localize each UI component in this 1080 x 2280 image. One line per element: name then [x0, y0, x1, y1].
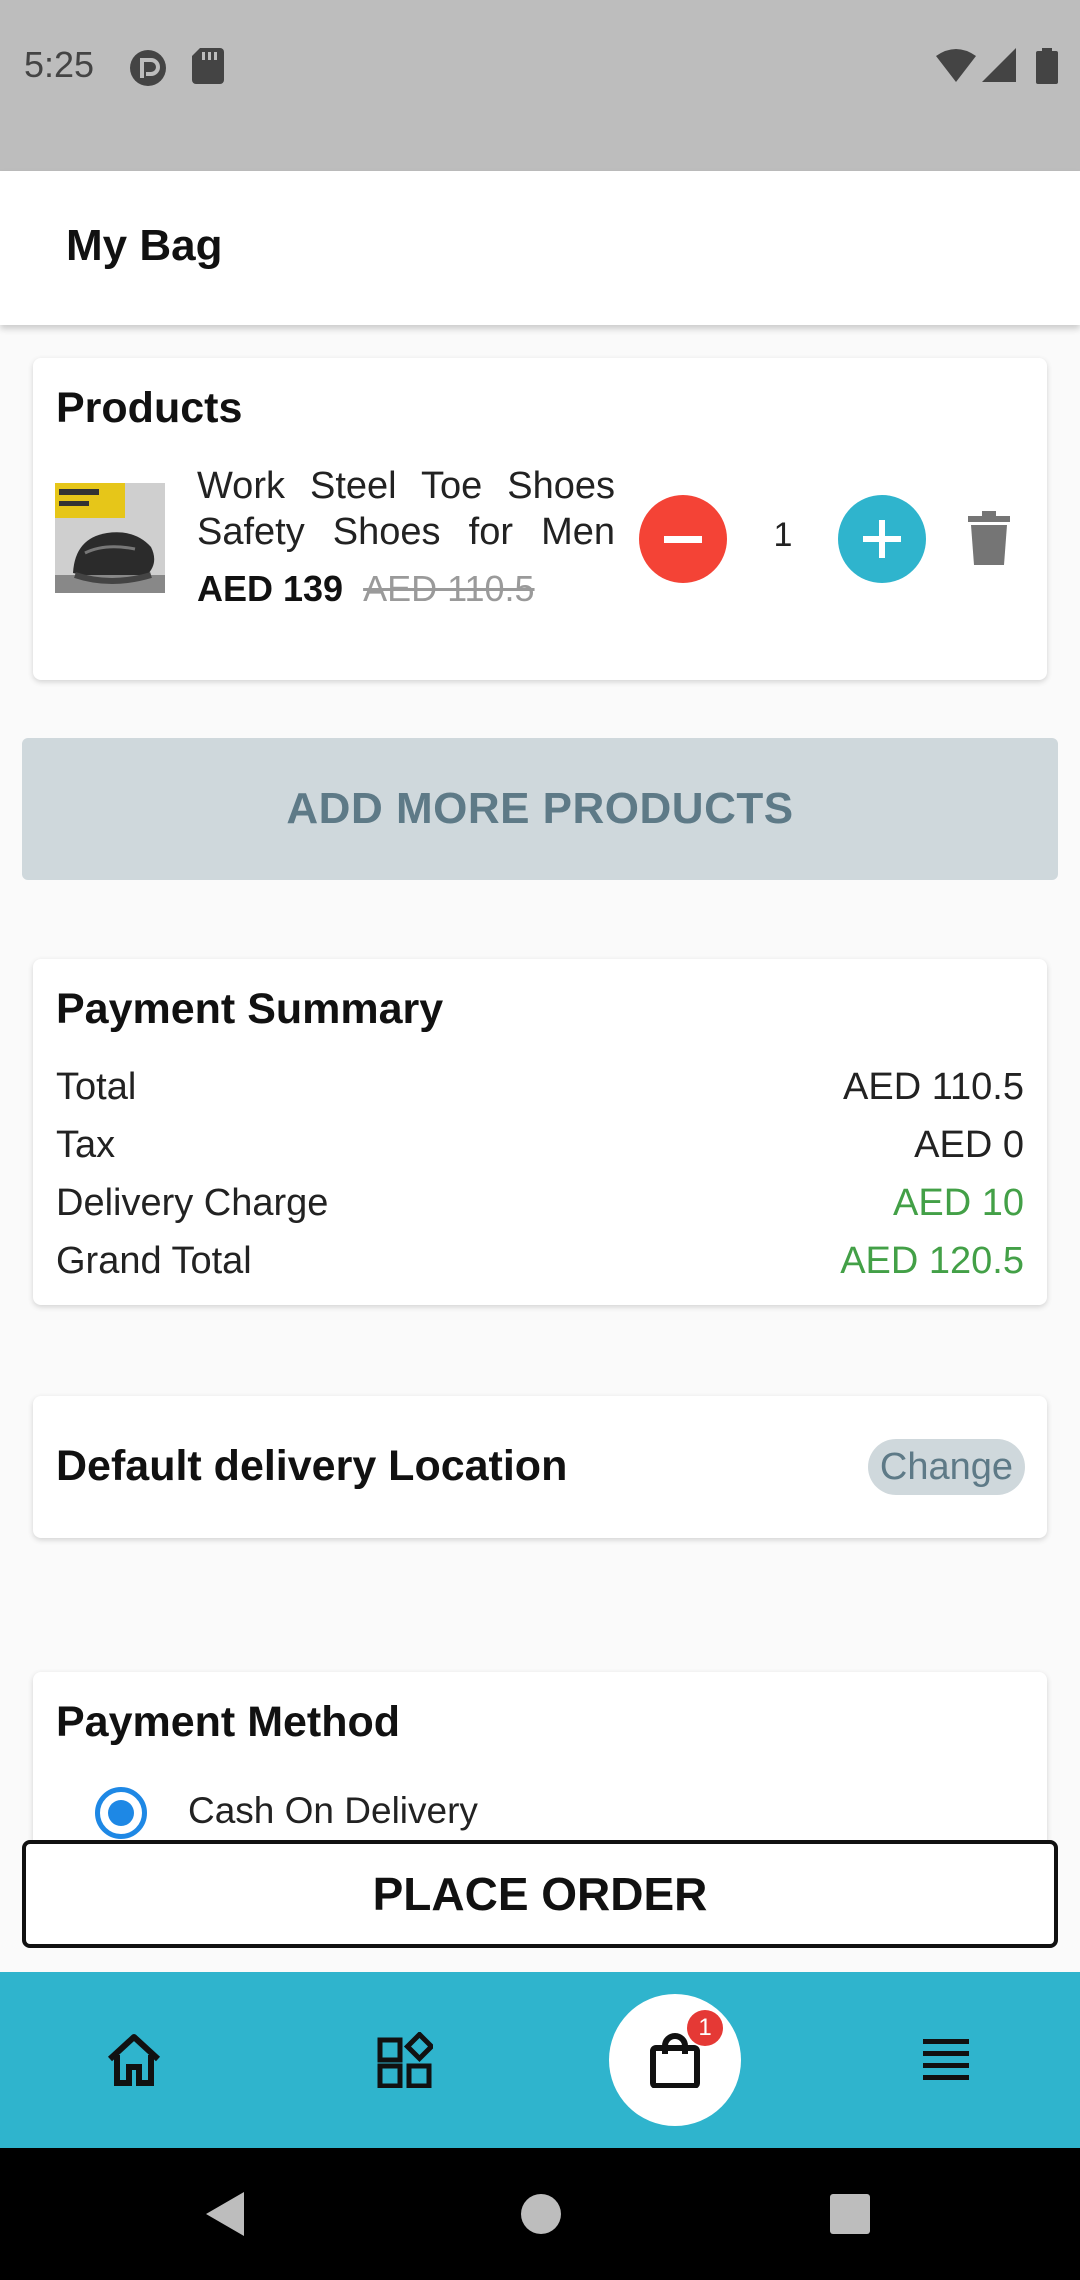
summary-value: AED 0 [914, 1124, 1024, 1166]
home-circle-icon [521, 2194, 561, 2234]
summary-row-total: Total AED 110.5 [56, 1066, 1024, 1109]
summary-value: AED 120.5 [840, 1240, 1024, 1282]
back-triangle-icon [206, 2192, 244, 2236]
summary-value: AED 10 [893, 1182, 1024, 1224]
payment-method-title: Payment Method [56, 1698, 401, 1746]
sd-card-icon [192, 48, 224, 89]
products-title: Products [56, 384, 243, 432]
increase-quantity-button[interactable] [838, 495, 926, 583]
nav-menu[interactable] [896, 1972, 996, 2148]
minus-icon [664, 536, 702, 543]
cart-count-badge: 1 [687, 2010, 723, 2046]
delete-item-button[interactable] [968, 511, 1010, 570]
payment-summary-card: Payment Summary Total AED 110.5 Tax AED … [33, 959, 1047, 1305]
summary-label: Grand Total [56, 1240, 252, 1282]
app-bar: My Bag [0, 171, 1080, 325]
recents-button[interactable] [828, 2192, 872, 2241]
product-original-price: AED 110.5 [363, 568, 535, 609]
home-system-button[interactable] [519, 2192, 563, 2241]
status-bar: 5:25 [0, 0, 1080, 171]
nav-cart[interactable]: 1 [609, 1994, 741, 2126]
screen: 5:25 My Bag Products Work Steel Toe Shoe… [0, 0, 1080, 2280]
change-location-button[interactable]: Change [867, 1439, 1025, 1495]
delivery-location-title: Default delivery Location [56, 1442, 568, 1490]
pocket-casts-icon [128, 48, 168, 93]
quantity-value: 1 [773, 516, 793, 554]
summary-label: Total [56, 1066, 137, 1108]
product-price-row: AED 139 AED 110.5 [197, 568, 535, 610]
cash-on-delivery-radio[interactable] [95, 1787, 147, 1839]
page-title: My Bag [66, 221, 223, 270]
summary-value: AED 110.5 [843, 1066, 1024, 1108]
decrease-quantity-button[interactable] [639, 495, 727, 583]
nav-categories[interactable] [355, 1972, 455, 2148]
summary-label: Delivery Charge [56, 1182, 329, 1224]
cash-on-delivery-label[interactable]: Cash On Delivery [188, 1790, 478, 1832]
battery-icon [1036, 48, 1058, 89]
plus-icon [863, 520, 901, 558]
products-card: Products Work Steel Toe Shoes Safety Sho… [33, 358, 1047, 680]
wifi-icon [936, 48, 976, 89]
add-more-products-button[interactable]: ADD MORE PRODUCTS [22, 738, 1058, 880]
home-icon [107, 2034, 161, 2086]
cellular-signal-icon [982, 48, 1016, 89]
system-nav-bar [0, 2148, 1080, 2280]
bottom-nav: 1 [0, 1972, 1080, 2148]
delivery-location-card: Default delivery Location Change [33, 1396, 1047, 1538]
status-time: 5:25 [24, 44, 95, 85]
payment-summary-title: Payment Summary [56, 985, 444, 1033]
trash-icon [968, 511, 1010, 565]
product-image[interactable] [55, 483, 165, 593]
back-button[interactable] [200, 2188, 248, 2245]
summary-row-grand-total: Grand Total AED 120.5 [56, 1240, 1024, 1283]
summary-row-delivery-charge: Delivery Charge AED 10 [56, 1182, 1024, 1225]
summary-label: Tax [56, 1124, 116, 1166]
product-name[interactable]: Work Steel Toe Shoes Safety Shoes for Me… [197, 463, 615, 555]
summary-row-tax: Tax AED 0 [56, 1124, 1024, 1167]
place-order-button[interactable]: PLACE ORDER [22, 1840, 1058, 1948]
menu-icon [923, 2039, 969, 2080]
product-price: AED 139 [197, 568, 344, 609]
nav-home[interactable] [84, 1972, 184, 2148]
recents-square-icon [830, 2194, 870, 2234]
categories-icon [377, 2032, 433, 2088]
